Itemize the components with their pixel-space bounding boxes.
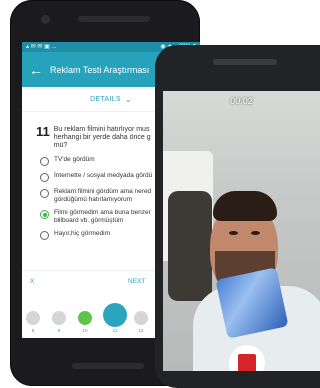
next-button[interactable]: NEXT xyxy=(128,278,145,285)
earpiece-speaker xyxy=(78,16,150,22)
option-label: TV'de gördüm xyxy=(54,156,95,163)
radio-button[interactable] xyxy=(40,157,49,166)
pager-number: 8 xyxy=(31,328,35,333)
pager-number: 10 xyxy=(82,328,88,333)
option-label: İnternette / sosyal medyada gördü xyxy=(54,172,153,179)
pager-dot[interactable] xyxy=(52,311,66,325)
app-title: Reklam Testi Araştırması xyxy=(50,64,150,75)
details-label: DETAILS xyxy=(90,95,121,103)
option-label: Hayır,hiç görmedim xyxy=(54,230,110,237)
radio-button[interactable] xyxy=(40,173,49,182)
earpiece-speaker xyxy=(213,59,277,65)
camera-viewfinder: 00:02 xyxy=(163,91,320,371)
option-label: Reklam filmini gördüm ama nered gördüğüm… xyxy=(54,188,152,203)
chevron-down-icon: ⌄ xyxy=(124,94,132,104)
back-arrow-icon[interactable]: ← xyxy=(22,62,50,78)
person-eye xyxy=(251,231,260,235)
pager-number: 9 xyxy=(57,328,61,333)
pager-number: 12 xyxy=(138,328,144,333)
snack-package xyxy=(215,267,289,339)
pager-dot[interactable] xyxy=(26,311,40,325)
option-label: Filmi görmedim ama buna benzer billboard… xyxy=(54,209,151,224)
status-icons-left: ▴ ✉ ✉ ▣ ... xyxy=(26,44,57,50)
person-eye xyxy=(229,231,238,235)
recording-timer: 00:02 xyxy=(230,96,253,106)
question-text: Bu reklam filmini hatırlıyor mus herhang… xyxy=(53,126,151,149)
radio-button[interactable] xyxy=(40,189,49,198)
bottom-speaker xyxy=(72,363,144,369)
cancel-button[interactable]: X xyxy=(22,278,70,285)
question-number: 11 xyxy=(36,124,50,139)
pager-dot[interactable] xyxy=(134,311,148,325)
pager-number: 11 xyxy=(112,328,118,333)
car-seat xyxy=(168,191,212,301)
stop-icon xyxy=(238,354,256,371)
pager-dot-current[interactable] xyxy=(103,303,127,327)
radio-button-selected[interactable] xyxy=(40,210,49,219)
front-camera-icon xyxy=(41,15,50,24)
radio-button[interactable] xyxy=(40,231,49,240)
camera-phone: 00:02 xyxy=(155,45,320,388)
person-hair xyxy=(213,191,277,221)
pager-dot-done[interactable] xyxy=(78,311,92,325)
